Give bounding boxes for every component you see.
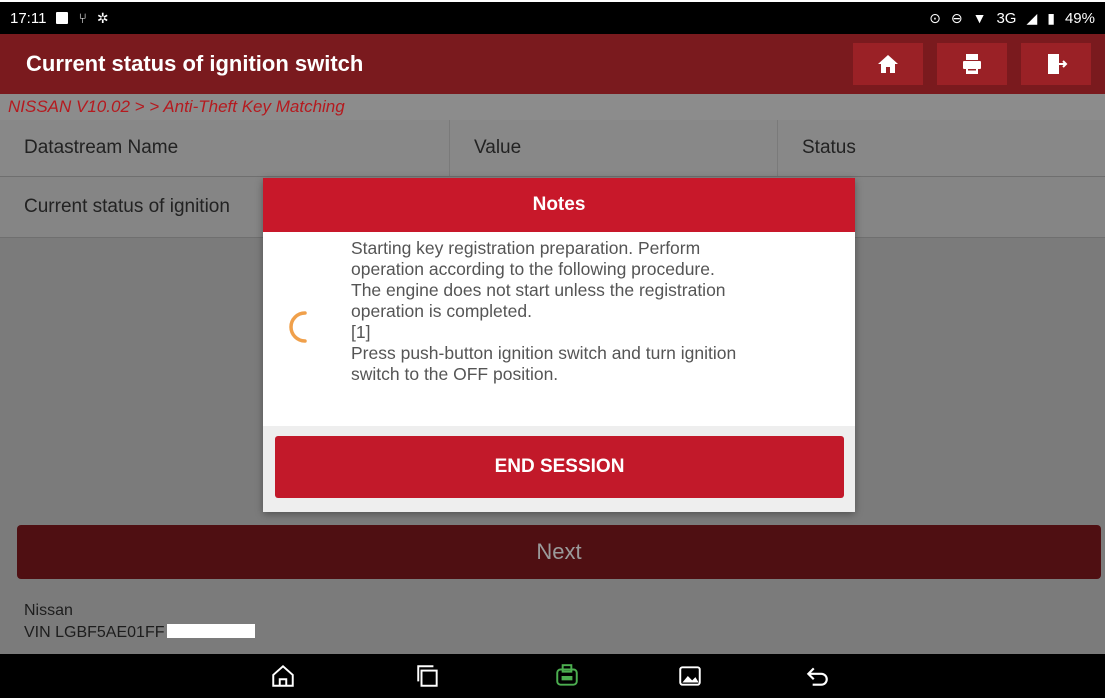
end-session-button[interactable]: END SESSION — [275, 436, 844, 498]
page-title: Current status of ignition switch — [26, 51, 364, 76]
recents-icon — [417, 665, 438, 687]
vin-redaction — [166, 624, 255, 638]
dialog-title: Notes — [263, 178, 855, 232]
nav-gallery-button[interactable] — [676, 662, 704, 690]
home-icon — [878, 55, 898, 73]
back-icon — [806, 667, 828, 686]
network-type: 3G — [996, 9, 1017, 27]
gallery-notification-icon — [56, 12, 69, 24]
home-button[interactable] — [853, 43, 923, 85]
vehicle-make: Nissan — [24, 602, 73, 619]
printer-icon — [963, 54, 981, 74]
usb-icon: ⑂ — [78, 10, 87, 26]
nav-vci-button[interactable] — [553, 662, 581, 690]
column-header-status: Status — [802, 137, 856, 158]
do-not-disturb-icon: ⊖ — [950, 10, 963, 26]
table-header: Datastream Name Value Status — [0, 120, 1105, 176]
vehicle-info: Nissan VIN LGBF5AE01FF — [0, 584, 1105, 654]
next-bar: Next — [0, 520, 1105, 584]
vci-icon — [556, 664, 578, 686]
exit-button[interactable] — [1021, 43, 1091, 85]
dialog-footer: END SESSION — [263, 426, 855, 512]
nav-home-button[interactable] — [269, 662, 297, 690]
home-outline-icon — [272, 664, 294, 687]
vehicle-vin-line: VIN LGBF5AE01FF — [24, 622, 1105, 644]
wifi-icon: ▼ — [972, 10, 987, 26]
notes-dialog: Notes Starting key registration preparat… — [263, 178, 855, 512]
battery-icon: ▮ — [1047, 10, 1055, 26]
print-button[interactable] — [937, 43, 1007, 85]
column-header-name: Datastream Name — [0, 120, 450, 176]
navigation-bar — [0, 654, 1105, 698]
bluetooth-icon: ✲ — [96, 10, 109, 26]
dialog-body: Starting key registration preparation. P… — [263, 232, 855, 426]
loading-spinner-icon — [289, 311, 307, 343]
image-icon — [679, 666, 701, 686]
nav-recents-button[interactable] — [414, 662, 442, 690]
location-icon: ⊙ — [929, 10, 941, 26]
nav-back-button[interactable] — [803, 662, 831, 690]
exit-icon — [1048, 54, 1068, 74]
next-button[interactable]: Next — [17, 525, 1101, 579]
breadcrumb: NISSAN V10.02 > > Anti-Theft Key Matchin… — [0, 94, 1105, 120]
column-header-value: Value — [450, 120, 778, 176]
battery-level: 49% — [1064, 9, 1095, 27]
signal-icon: ◢ — [1026, 10, 1038, 26]
dialog-message: Starting key registration preparation. P… — [351, 238, 737, 384]
vehicle-vin: VIN LGBF5AE01FF — [24, 624, 165, 641]
status-bar: 17:11 ⑂ ✲ ⊙ ⊖ ▼ 3G ◢ ▮ 49% — [0, 2, 1105, 34]
title-bar: Current status of ignition switch — [0, 34, 1105, 94]
status-time: 17:11 — [10, 9, 47, 27]
